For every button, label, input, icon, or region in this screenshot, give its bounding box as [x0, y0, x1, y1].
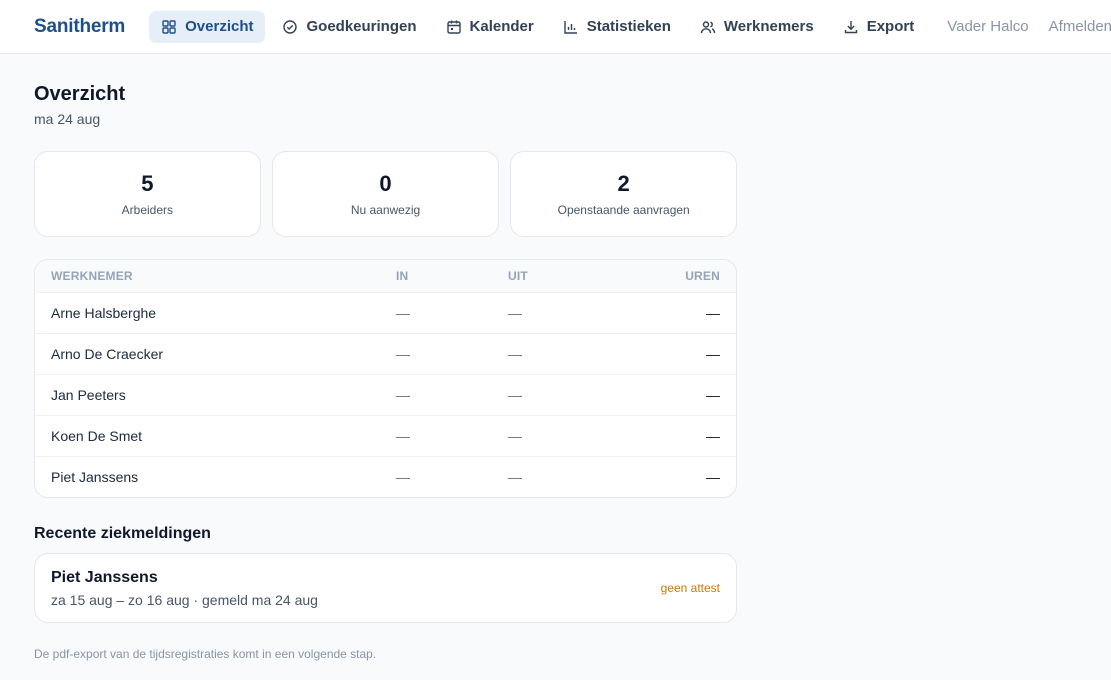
- clock-out-value: —: [508, 346, 522, 362]
- column-header-werknemer: WERKNEMER: [51, 269, 133, 283]
- nav-item-label: Export: [866, 18, 915, 35]
- stat-card-nu-aanwezig: 0 Nu aanwezig: [271, 151, 500, 237]
- column-header-uit: UIT: [508, 269, 528, 283]
- nav-item-kalender[interactable]: Kalender: [434, 11, 546, 43]
- column-header-uren: UREN: [685, 269, 720, 283]
- stat-card-openstaande-aanvragen[interactable]: 2 Openstaande aanvragen: [510, 151, 738, 237]
- stats-row: 5 Arbeiders 0 Nu aanwezig 2 Openstaande …: [34, 151, 738, 237]
- table-header: WERKNEMER IN UIT UREN: [35, 260, 736, 292]
- stat-value: 0: [379, 171, 392, 196]
- bar-chart-icon: [563, 19, 579, 35]
- stat-label: Openstaande aanvragen: [557, 203, 690, 217]
- employee-name: Arne Halsberghe: [51, 305, 157, 321]
- clock-in-value: —: [396, 428, 410, 444]
- table-row[interactable]: Jan Peeters — — —: [35, 374, 736, 415]
- hours-value: —: [706, 428, 720, 444]
- hours-value: —: [706, 387, 720, 403]
- attest-status-badge: geen attest: [660, 581, 720, 595]
- sick-report-info: Piet Janssens za 15 aug – zo 16 aug · ge…: [51, 569, 318, 608]
- nav-item-label: Overzicht: [185, 18, 254, 35]
- hours-value: —: [706, 469, 720, 485]
- calendar-icon: [446, 19, 462, 35]
- check-circle-icon: [282, 19, 298, 35]
- hours-value: —: [706, 346, 720, 362]
- stat-value: 2: [617, 171, 630, 196]
- sick-reports-title: Recente ziekmeldingen: [34, 525, 211, 542]
- employee-name: Jan Peeters: [51, 387, 126, 403]
- footnote: De pdf-export van de tijdsregistraties k…: [34, 647, 377, 661]
- nav-item-label: Goedkeuringen: [306, 18, 417, 35]
- column-header-in: IN: [396, 269, 409, 283]
- clock-out-value: —: [508, 428, 522, 444]
- stat-label: Arbeiders: [121, 203, 174, 217]
- stat-value: 5: [141, 171, 154, 196]
- sick-report-name: Piet Janssens: [51, 568, 158, 586]
- table-row[interactable]: Koen De Smet — — —: [35, 415, 736, 456]
- clock-in-value: —: [396, 387, 410, 403]
- clock-in-value: —: [396, 305, 410, 321]
- grid-icon: [161, 19, 177, 35]
- nav-item-overzicht[interactable]: Overzicht: [149, 10, 266, 43]
- nav-item-export[interactable]: Export: [831, 11, 927, 43]
- download-icon: [843, 19, 859, 35]
- brand-logo[interactable]: Sanitherm: [34, 16, 125, 38]
- nav-item-goedkeuringen[interactable]: Goedkeuringen: [270, 11, 428, 43]
- clock-out-value: —: [508, 469, 522, 485]
- sick-report-period: za 15 aug – zo 16 aug · gemeld ma 24 aug: [51, 591, 318, 608]
- main-nav: Overzicht Goedkeuringen Kalender Statist…: [149, 10, 931, 43]
- nav-item-label: Statistieken: [586, 18, 671, 35]
- stat-card-arbeiders: 5 Arbeiders: [34, 151, 261, 237]
- clock-in-value: —: [396, 469, 410, 485]
- top-navigation-bar: Sanitherm Overzicht Goedkeuringen Kalend…: [0, 0, 1111, 54]
- page-title: Overzicht: [34, 83, 126, 105]
- page-date: ma 24 aug: [34, 111, 101, 127]
- clock-in-value: —: [396, 346, 410, 362]
- nav-item-statistieken[interactable]: Statistieken: [551, 11, 683, 43]
- attendance-table: WERKNEMER IN UIT UREN Arne Halsberghe — …: [34, 259, 737, 498]
- employee-name: Arno De Craecker: [51, 346, 164, 362]
- table-row[interactable]: Arno De Craecker — — —: [35, 333, 736, 374]
- clock-out-value: —: [508, 387, 522, 403]
- clock-out-value: —: [508, 305, 522, 321]
- nav-item-werknemers[interactable]: Werknemers: [688, 11, 826, 43]
- user-name: Vader Halco: [947, 18, 1029, 35]
- main-content: Overzicht ma 24 aug 5 Arbeiders 0 Nu aan…: [0, 54, 771, 661]
- table-row[interactable]: Piet Janssens — — —: [35, 456, 736, 497]
- logout-button[interactable]: Afmelden: [1049, 18, 1111, 35]
- hours-value: —: [706, 305, 720, 321]
- sick-report-card[interactable]: Piet Janssens za 15 aug – zo 16 aug · ge…: [34, 553, 737, 623]
- employee-name: Piet Janssens: [51, 469, 139, 485]
- nav-item-label: Werknemers: [723, 18, 814, 35]
- nav-item-label: Kalender: [469, 18, 534, 35]
- users-icon: [700, 19, 716, 35]
- stat-label: Nu aanwezig: [350, 203, 421, 217]
- table-row[interactable]: Arne Halsberghe — — —: [35, 292, 736, 333]
- employee-name: Koen De Smet: [51, 428, 143, 444]
